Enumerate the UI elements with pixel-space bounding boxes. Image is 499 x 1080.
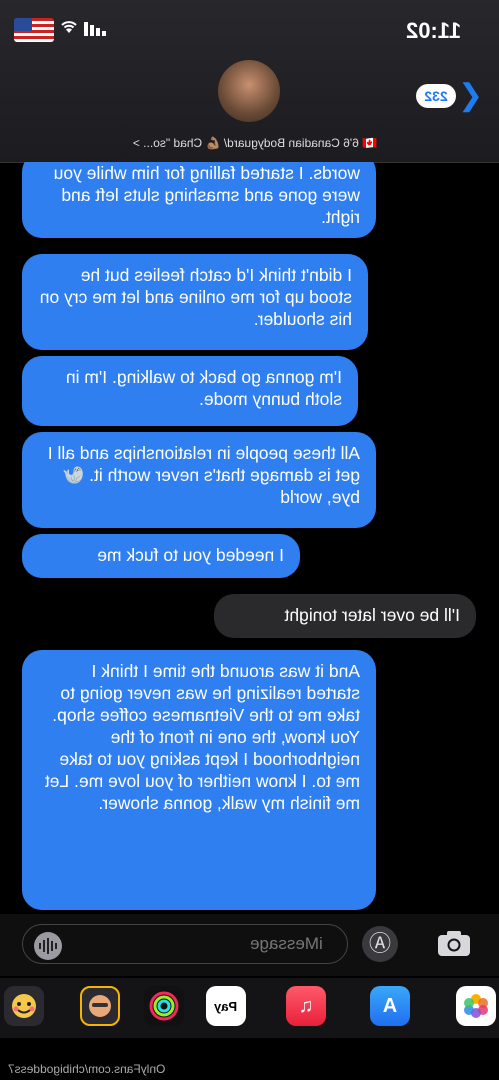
app-drawer [0,978,499,1038]
contact-avatar[interactable] [218,60,280,122]
message-bubble[interactable]: All these people in relationships and al… [22,432,376,528]
back-chevron-icon[interactable]: ❯ [458,78,483,113]
message-input[interactable]: iMessage [22,924,348,964]
watermark: OnlyFans.com/chibigoddess7 [8,1062,166,1076]
activity-icon[interactable] [144,986,184,1026]
music-icon[interactable]: ♫ [286,986,326,1026]
animoji-icon[interactable] [4,986,44,1026]
apple-pay-label: Pay [214,998,238,1014]
message-text: I'm gonna go back to walking. I'm in slo… [65,367,342,409]
contact-name[interactable]: 🇨🇦 6'6 Canadian Bodyguard/ 💪🏽 Chad "so..… [95,136,415,150]
message-text: And it was around the time I think I sta… [44,661,360,813]
message-bubble-received[interactable]: I'll be over later tonight [214,594,476,638]
us-flag-icon [14,18,54,42]
conversation-header: 11:02 ❯ 232 🇨🇦 6'6 Canadian Bodyguard/ 💪… [0,0,499,163]
message-text: I needed you to fuck me [97,545,284,565]
message-bubble[interactable]: I needed you to fuck me [22,534,300,578]
signal-icon [84,22,106,36]
status-time: 11:02 [405,18,461,43]
message-bubble[interactable]: words. I started falling for him while y… [22,162,376,238]
message-text: I'll be over later tonight [284,605,460,625]
camera-icon[interactable] [436,928,472,958]
app-store-icon[interactable]: A [370,986,410,1026]
message-text: All these people in relationships and al… [47,443,360,507]
message-input-placeholder: iMessage [250,934,323,953]
wifi-icon [60,20,78,39]
audio-message-icon[interactable] [34,932,62,960]
app-store-button-icon[interactable]: Ⓐ [362,926,398,962]
memoji-icon[interactable] [80,986,120,1026]
message-bubble[interactable]: I didn't think I'd catch feelies but he … [22,254,368,350]
message-bubble[interactable]: And it was around the time I think I sta… [22,650,376,910]
message-list: words. I started falling for him while y… [0,162,499,914]
back-count-badge[interactable]: 232 [416,84,456,108]
message-text: I didn't think I'd catch feelies but he … [39,265,352,329]
photos-icon[interactable] [456,986,496,1026]
apple-pay-icon[interactable]: Pay [206,986,246,1026]
message-bubble[interactable]: I'm gonna go back to walking. I'm in slo… [22,356,358,426]
message-text: words. I started falling for him while y… [53,163,360,227]
